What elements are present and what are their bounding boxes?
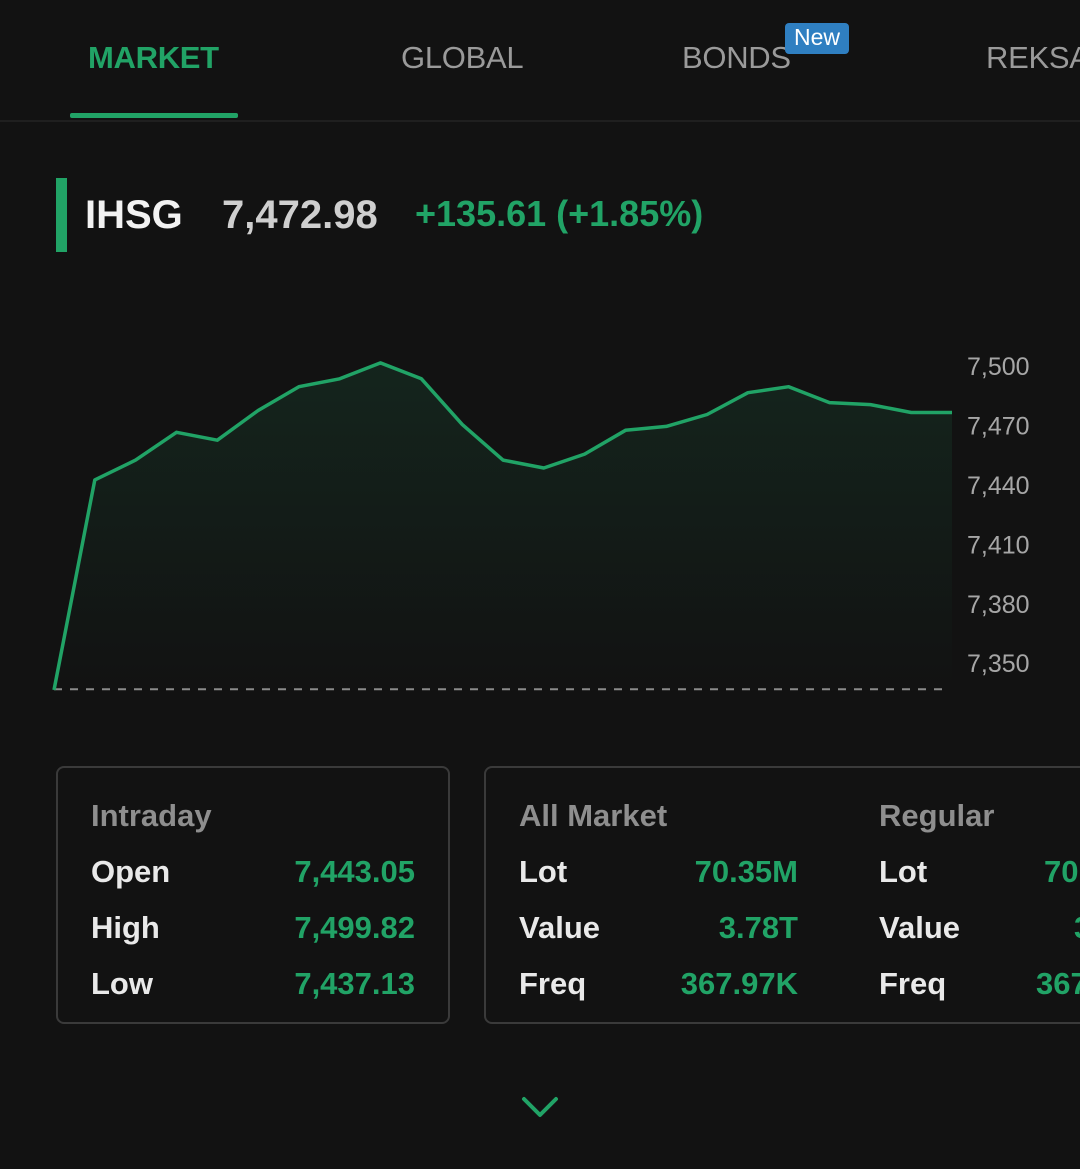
active-tab-indicator	[70, 113, 238, 118]
low-label: Low	[91, 966, 153, 1001]
intraday-title: Intraday	[91, 798, 212, 833]
regular-freq-label: Freq	[879, 966, 947, 1001]
y-tick-label: 7,440	[967, 472, 1030, 500]
y-tick-label: 7,500	[967, 353, 1030, 381]
tab-bonds[interactable]: BONDS	[682, 40, 791, 76]
regular-freq-value: 367	[1036, 966, 1080, 1001]
tab-global[interactable]: GLOBAL	[401, 40, 524, 76]
chevron-down-icon[interactable]	[520, 1093, 560, 1123]
tab-reksa[interactable]: REKSA	[986, 40, 1080, 76]
open-label: Open	[91, 854, 171, 889]
y-tick-label: 7,380	[967, 591, 1030, 619]
regular-value-value: 3	[1074, 910, 1080, 946]
intraday-chart[interactable]: 7,500 7,470 7,440 7,410 7,380 7,350	[0, 300, 1080, 700]
regular-lot-value: 70	[1044, 854, 1079, 889]
all-market-title: All Market	[519, 798, 668, 833]
index-accent-bar	[56, 178, 67, 252]
market-stats-card: All Market Lot 70.35M Value 3.78T Freq 3…	[484, 766, 1080, 1024]
high-value: 7,499.82	[294, 910, 415, 945]
high-label: High	[91, 910, 160, 945]
all-market-lot-label: Lot	[519, 854, 568, 889]
tab-market[interactable]: MARKET	[88, 40, 219, 76]
new-badge: New	[785, 23, 850, 54]
index-change: +135.61 (+1.85%)	[415, 193, 704, 234]
all-market-freq-value: 367.97K	[680, 966, 798, 1001]
all-market-value-label: Value	[519, 910, 600, 945]
index-value: 7,472.98	[222, 193, 378, 237]
all-market-lot-value: 70.35M	[694, 854, 798, 889]
y-tick-label: 7,410	[967, 531, 1030, 559]
open-value: 7,443.05	[294, 854, 415, 889]
low-value: 7,437.13	[294, 966, 415, 1001]
chart-area-fill	[54, 362, 952, 690]
intraday-card: Intraday Open 7,443.05 High 7,499.82 Low…	[56, 766, 450, 1024]
index-name: IHSG	[85, 193, 183, 237]
market-tabs: MARKET GLOBAL BONDS New REKSA	[0, 0, 1080, 122]
all-market-freq-label: Freq	[519, 966, 587, 1001]
regular-lot-label: Lot	[879, 854, 928, 889]
all-market-value-value: 3.78T	[718, 910, 798, 945]
y-tick-label: 7,350	[967, 650, 1030, 678]
regular-value-label: Value	[879, 910, 960, 945]
regular-title: Regular	[879, 798, 995, 833]
y-tick-label: 7,470	[967, 412, 1030, 440]
